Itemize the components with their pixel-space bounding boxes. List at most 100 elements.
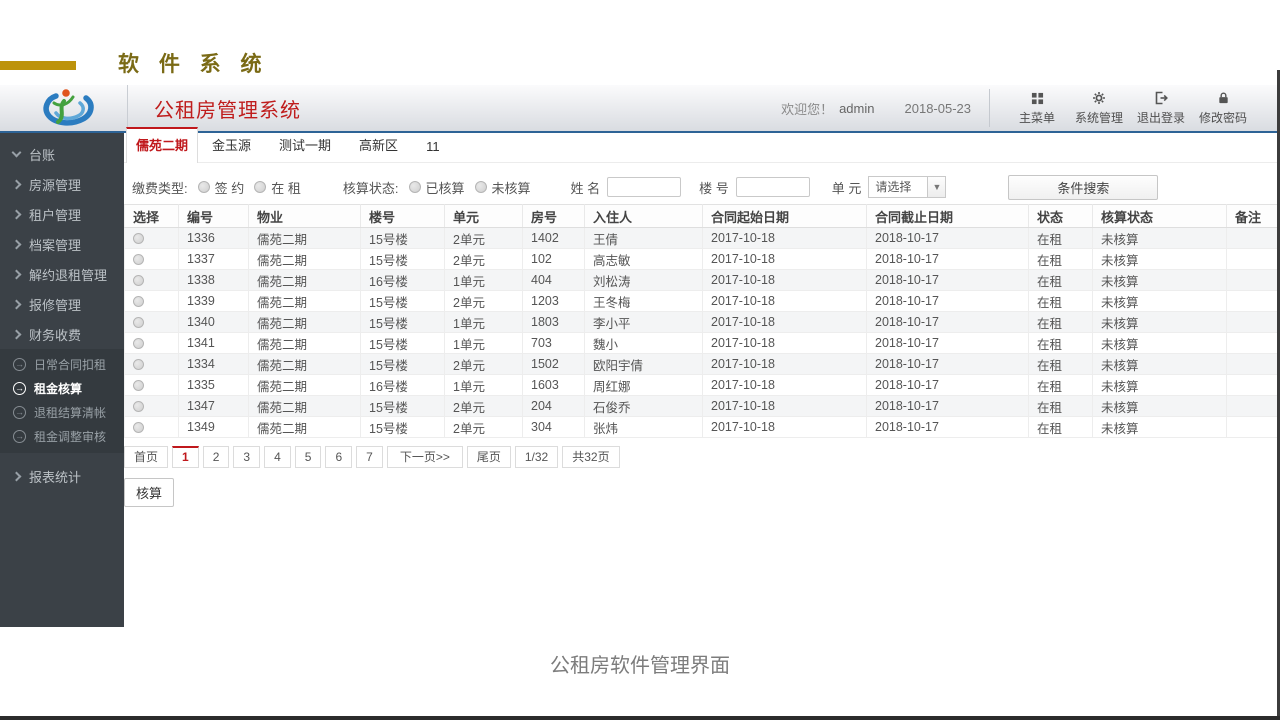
- header-divider: [989, 89, 990, 127]
- row-select-radio[interactable]: [133, 274, 144, 286]
- results-table: 选择 编号 物业 楼号 单元 房号 入住人 合同起始日期 合同截止日期 状态 核…: [124, 204, 1280, 438]
- cell-room: 703: [522, 332, 585, 354]
- tab-test-phase1[interactable]: 测试一期: [265, 127, 345, 162]
- cell-status: 在租: [1028, 332, 1093, 354]
- audit-done-radio[interactable]: [408, 181, 421, 193]
- cell-room: 204: [522, 395, 585, 417]
- row-select-radio[interactable]: [133, 316, 144, 328]
- sidebar-item-rent-accounting[interactable]: → 租金核算: [0, 376, 124, 400]
- cell-contract-end: 2018-10-17: [866, 374, 1029, 396]
- payment-renting-radio[interactable]: [254, 181, 267, 193]
- audit-pending-label: 未核算: [491, 180, 531, 196]
- row-select-radio[interactable]: [133, 400, 144, 412]
- cell-contract-end: 2018-10-17: [866, 227, 1029, 249]
- menu-item-main-menu[interactable]: 主菜单: [1006, 91, 1068, 126]
- sidebar-item-finance-fees[interactable]: 财务收费: [0, 319, 124, 349]
- cell-contract-start: 2017-10-18: [702, 311, 867, 333]
- col-resident: 入住人: [584, 204, 703, 228]
- pagination-page-5[interactable]: 5: [294, 446, 322, 468]
- row-select-cell: [124, 311, 179, 333]
- pagination-last[interactable]: 尾页: [466, 446, 511, 468]
- pagination-page-3[interactable]: 3: [233, 446, 261, 468]
- pagination-page-7[interactable]: 7: [356, 446, 383, 468]
- cell-unit: 1单元: [444, 332, 523, 354]
- menu-item-system-management[interactable]: 系统管理: [1068, 91, 1130, 126]
- bottom-edge-strip: [0, 716, 1280, 720]
- payment-renting-label: 在 租: [271, 180, 301, 196]
- cell-unit: 2单元: [444, 416, 523, 438]
- row-select-radio[interactable]: [133, 421, 144, 433]
- unit-select-value: 请选择: [868, 176, 929, 198]
- tab-jinyuyuan[interactable]: 金玉源: [198, 127, 265, 162]
- cell-building: 16号楼: [360, 269, 445, 291]
- pagination-next[interactable]: 下一页>>: [386, 446, 463, 468]
- payment-type-label: 缴费类型:: [132, 180, 188, 196]
- sidebar-item-housing-management[interactable]: 房源管理: [0, 169, 124, 199]
- tab-11[interactable]: 11: [412, 131, 454, 162]
- sidebar-item-report-statistics[interactable]: 报表统计: [0, 461, 124, 491]
- pagination-first[interactable]: 首页: [124, 446, 169, 468]
- cell-audit-status: 未核算: [1092, 416, 1227, 438]
- row-select-cell: [124, 353, 179, 375]
- row-select-radio[interactable]: [133, 337, 144, 349]
- screenshot-root: 软 件 系 统 公租房管理系统 欢迎您！ admin 2018-05-23 主菜…: [0, 0, 1280, 720]
- current-date: 2018-05-23: [904, 100, 972, 116]
- cell-contract-end: 2018-10-17: [866, 332, 1029, 354]
- name-input[interactable]: [607, 177, 682, 197]
- pagination-page-4[interactable]: 4: [264, 446, 291, 468]
- cell-room: 1402: [522, 227, 585, 249]
- cell-unit: 1单元: [444, 374, 523, 396]
- cell-unit: 2单元: [444, 395, 523, 417]
- col-select: 选择: [124, 204, 179, 228]
- building-input[interactable]: [735, 177, 810, 197]
- row-select-radio[interactable]: [133, 358, 144, 370]
- page-title: 软 件 系 统: [118, 53, 269, 76]
- audit-pending-radio[interactable]: [474, 181, 487, 193]
- cell-contract-end: 2018-10-17: [866, 395, 1029, 417]
- accounting-button[interactable]: 核算: [124, 478, 175, 507]
- cell-id: 1336: [178, 227, 249, 249]
- cell-property: 儒苑二期: [248, 311, 361, 333]
- unit-select[interactable]: 请选择 ▼: [868, 176, 947, 198]
- col-id: 编号: [178, 204, 249, 228]
- pagination-page-2[interactable]: 2: [202, 446, 230, 468]
- sidebar-item-rent-adjustment-review[interactable]: → 租金调整审核: [0, 424, 124, 448]
- cell-contract-start: 2017-10-18: [702, 290, 867, 312]
- building-label: 楼 号: [699, 180, 729, 196]
- cell-contract-start: 2017-10-18: [702, 395, 867, 417]
- cell-contract-end: 2018-10-17: [866, 269, 1029, 291]
- row-select-radio[interactable]: [133, 379, 144, 391]
- sidebar-item-termination-settlement[interactable]: → 退租结算清帐: [0, 400, 124, 424]
- row-select-cell: [124, 416, 179, 438]
- cell-property: 儒苑二期: [248, 416, 361, 438]
- cell-property: 儒苑二期: [248, 332, 361, 354]
- cell-unit: 2单元: [444, 248, 523, 270]
- cell-unit: 2单元: [444, 227, 523, 249]
- tab-ruyuan-phase2[interactable]: 儒苑二期: [126, 127, 199, 163]
- row-select-radio[interactable]: [133, 232, 144, 244]
- sidebar-item-tenant-management[interactable]: 租户管理: [0, 199, 124, 229]
- menu-item-change-password[interactable]: 修改密码: [1192, 91, 1254, 126]
- col-status: 状态: [1028, 204, 1093, 228]
- sidebar-item-archive-management[interactable]: 档案管理: [0, 229, 124, 259]
- chevron-right-icon: [11, 239, 22, 249]
- cell-audit-status: 未核算: [1092, 353, 1227, 375]
- pagination-page-1[interactable]: 1: [172, 446, 199, 468]
- menu-item-logout[interactable]: 退出登录: [1130, 91, 1192, 126]
- tab-gaoxinqu[interactable]: 高新区: [345, 127, 412, 162]
- payment-signed-radio[interactable]: [197, 181, 210, 193]
- sidebar-item-ledger[interactable]: 台账: [0, 139, 124, 169]
- sidebar-item-termination-management[interactable]: 解约退租管理: [0, 259, 124, 289]
- row-select-radio[interactable]: [133, 295, 144, 307]
- cell-room: 404: [522, 269, 585, 291]
- row-select-radio[interactable]: [133, 253, 144, 265]
- cell-audit-status: 未核算: [1092, 332, 1227, 354]
- pagination-total: 共32页: [562, 446, 620, 468]
- pagination-page-6[interactable]: 6: [325, 446, 353, 468]
- chevron-right-icon: [11, 269, 22, 279]
- search-button[interactable]: 条件搜索: [1008, 174, 1159, 200]
- table-row: 1339 儒苑二期 15号楼 2单元 1203 王冬梅 2017-10-18 2…: [124, 290, 1280, 312]
- sidebar-item-repair-management[interactable]: 报修管理: [0, 289, 124, 319]
- pagination-indicator: 1/32: [514, 446, 559, 468]
- sidebar-item-daily-contract-deduction[interactable]: → 日常合同扣租: [0, 352, 124, 376]
